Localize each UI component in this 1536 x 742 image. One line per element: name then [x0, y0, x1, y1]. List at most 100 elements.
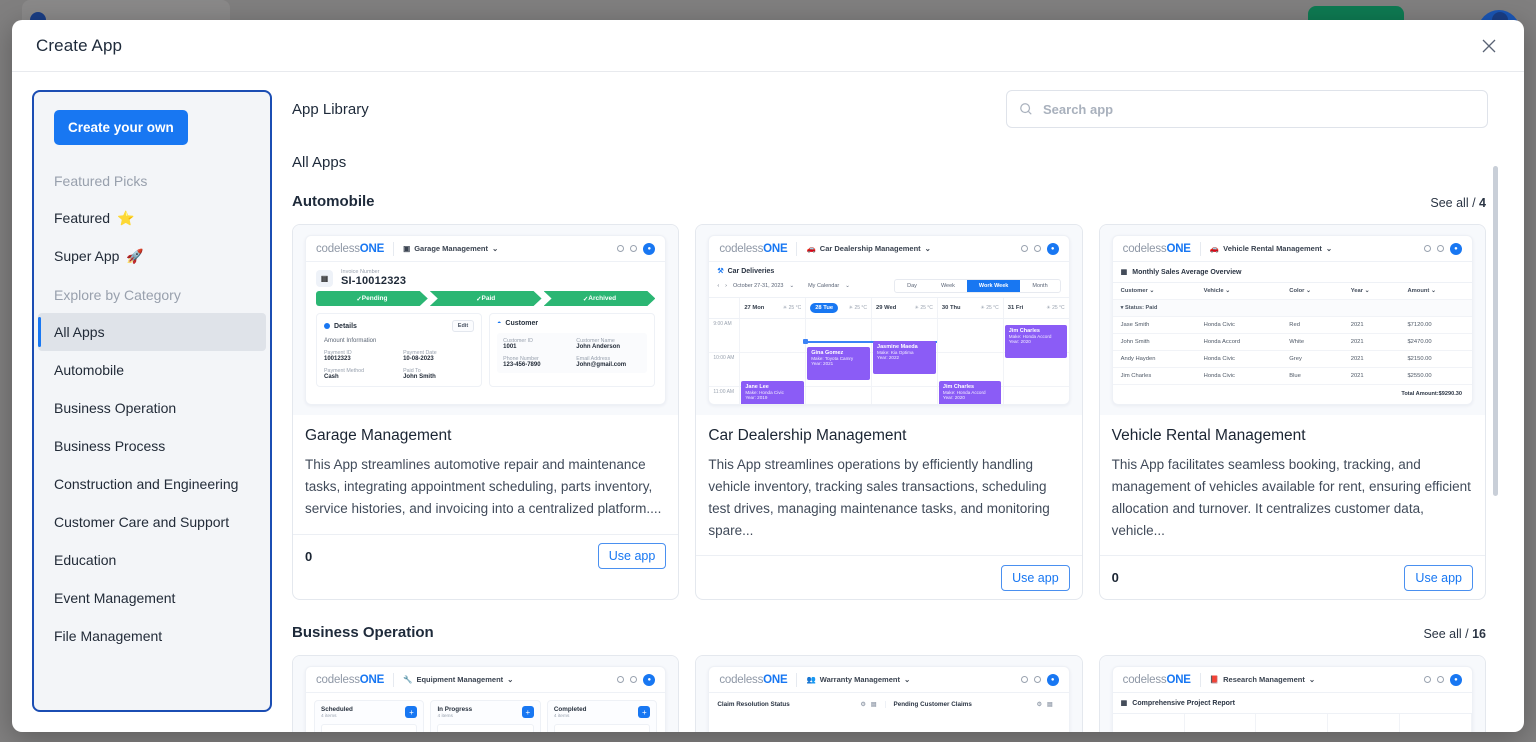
day-label: 29 Wed [876, 305, 897, 311]
kanban-column: Completed 4 items + [546, 700, 658, 732]
sidebar-item-education[interactable]: Education [34, 541, 270, 579]
sidebar-item-construction-and-engineering[interactable]: Construction and Engineering [34, 465, 270, 503]
details-panel: Details Edit Amount Information Payment … [316, 313, 483, 387]
invoice-number-value: SI-10012323 [341, 275, 407, 287]
sidebar-item-label: Construction and Engineering [54, 476, 239, 492]
sidebar-item-super-app[interactable]: Super App 🚀 [34, 237, 270, 275]
calendar-event[interactable]: Jim Charles Make: Honda Accord Year: 202… [1004, 325, 1068, 358]
gear-icon[interactable]: ⚙ [860, 701, 865, 708]
table-row: Jim Charles Honda Civic Blue 2021 $2550.00 [1112, 367, 1472, 385]
vertical-scrollbar[interactable] [1493, 166, 1498, 496]
status-step-label: Paid [481, 295, 496, 302]
use-app-button[interactable]: Use app [1404, 564, 1473, 591]
logo-text-a: codeless [316, 673, 360, 686]
avatar: ● [1449, 242, 1462, 255]
use-app-button[interactable]: Use app [597, 543, 667, 570]
avatar: ● [643, 673, 656, 686]
see-all-link-automobile[interactable]: See all / 4 [1430, 196, 1486, 210]
app-install-count: 0 [305, 548, 313, 564]
cell: 2021 [1342, 333, 1400, 351]
sidebar-item-business-process[interactable]: Business Process [34, 427, 270, 465]
day-label: 28 Tue [810, 303, 839, 313]
app-description: This App facilitates seamless booking, t… [1111, 457, 1471, 538]
day-temp: 25 °C [788, 305, 802, 311]
sidebar-item-automobile[interactable]: Automobile [34, 351, 270, 389]
sidebar-item-all-apps[interactable]: All Apps [38, 313, 266, 351]
cell: Honda Civic [1195, 316, 1282, 334]
column-header[interactable]: Color ⌄ [1281, 283, 1343, 300]
column-count: 4 items [437, 714, 453, 720]
app-card[interactable]: codelessONE ▣ Garage Management ⌄ ● ▦ Invo… [292, 224, 680, 601]
help-icon [1020, 245, 1028, 252]
cell: Grey [1281, 350, 1343, 368]
app-card[interactable]: codelessONE 🚗 Car Dealership Management ⌄ … [695, 224, 1083, 601]
car-icon: 🚗 [806, 244, 816, 253]
sidebar-item-event-management[interactable]: Event Management [34, 579, 270, 617]
widget-row: Claim Resolution Status ⚙ ▤ Pending Custom… [709, 693, 1068, 716]
cell: $2150.00 [1399, 350, 1472, 368]
close-icon[interactable] [1476, 33, 1502, 59]
view-day[interactable]: Day [895, 280, 929, 292]
create-your-own-button[interactable]: Create your own [54, 110, 188, 145]
widget-title: Claim Resolution Status [717, 701, 790, 709]
calendar-grid: 9:00 AM 10:00 AM 11:00 AM Jim Charles Ma… [709, 319, 1069, 404]
search-bar[interactable] [1006, 90, 1488, 128]
see-all-link-business-operation[interactable]: See all / 16 [1423, 627, 1486, 641]
calendar-select[interactable]: My Calendar [808, 283, 839, 289]
add-icon[interactable]: + [405, 706, 418, 719]
edit-button[interactable]: Edit [451, 320, 475, 332]
field-value: 10012323 [324, 356, 351, 362]
calendar-event[interactable]: Jasmine Maeda Make: Kia Optima Year: 202… [873, 341, 936, 374]
day-temp: 25 °C [1052, 305, 1065, 311]
use-app-button[interactable]: Use app [1001, 564, 1070, 591]
calendar-event[interactable]: Jane Lee Make: Honda Civic Year: 2019 [741, 381, 804, 404]
all-apps-heading: All Apps [292, 154, 347, 171]
add-icon[interactable]: + [638, 706, 651, 719]
group-label: ▾ Status: Paid [1112, 299, 1472, 317]
day-label: 30 Thu [941, 305, 961, 311]
menu-icon[interactable]: ▤ [1047, 701, 1053, 708]
sidebar-item-featured[interactable]: Featured ⭐ [34, 199, 270, 237]
board-title: Car Deliveries [727, 267, 775, 275]
next-icon[interactable]: › [725, 283, 727, 289]
view-work-week[interactable]: Work Week [966, 280, 1021, 292]
calendar-event[interactable]: Jim Charles Make: Honda Accord Year: 202… [938, 381, 1002, 404]
search-icon [1019, 102, 1033, 116]
column-header[interactable]: Amount ⌄ [1399, 283, 1472, 300]
search-input[interactable] [1043, 101, 1475, 117]
column-header[interactable]: Year ⌄ [1342, 283, 1400, 300]
app-thumbnail: codelessONE 🔧 Equipment Management ⌄ ● Sch… [293, 656, 679, 732]
sidebar-item-file-management[interactable]: File Management [34, 617, 270, 655]
modal-body: Create your own Featured Picks Featured … [12, 72, 1524, 732]
add-icon[interactable]: + [521, 706, 534, 719]
app-card[interactable]: codelessONE 🚗 Vehicle Rental Management ⌄ … [1098, 224, 1486, 601]
field-value: John@gmail.com [576, 362, 627, 368]
app-thumbnail: codelessONE 🚗 Car Dealership Management ⌄ … [696, 225, 1082, 415]
column-header[interactable]: Vehicle ⌄ [1195, 283, 1282, 300]
calendar-event[interactable]: Gina Gomez Make: Toyota Camry Year: 2021 [807, 347, 870, 380]
status-step: ✓ Archived [544, 291, 656, 306]
field-value: Cash [324, 374, 339, 380]
app-card[interactable]: codelessONE 👥 Warranty Management ⌄ ● Clai… [695, 655, 1083, 732]
app-thumbnail: codelessONE 👥 Warranty Management ⌄ ● Clai… [696, 656, 1082, 732]
prev-icon[interactable]: ‹ [717, 283, 719, 289]
column-header[interactable]: Customer ⌄ [1112, 283, 1196, 300]
table-icon: ▦ [1120, 700, 1128, 708]
logo-text-b: ONE [763, 673, 788, 686]
time-label: 9:00 AM [713, 321, 732, 327]
menu-icon[interactable]: ▤ [871, 701, 877, 708]
status-stepper: ✓ Pending ✓ Paid ✓ Archived [306, 291, 665, 313]
logo-text-b: ONE [1166, 673, 1191, 686]
app-description: This App streamlines operations by effic… [708, 457, 1050, 538]
view-week[interactable]: Week [929, 280, 967, 292]
sidebar-item-customer-care-and-support[interactable]: Customer Care and Support [34, 503, 270, 541]
sidebar-item-business-operation[interactable]: Business Operation [34, 389, 270, 427]
view-switcher[interactable]: Day Week Work Week Month [894, 279, 1061, 293]
app-card[interactable]: codelessONE 📕 Research Management ⌄ ● ▦ Com… [1098, 655, 1486, 732]
date-range: October 27-31, 2023 [733, 283, 784, 289]
column-count: 4 items [321, 714, 337, 720]
gear-icon[interactable]: ⚙ [1037, 701, 1042, 708]
app-card[interactable]: codelessONE 🔧 Equipment Management ⌄ ● Sch… [292, 655, 680, 732]
view-month[interactable]: Month [1020, 280, 1059, 292]
gear-icon [1436, 245, 1444, 252]
